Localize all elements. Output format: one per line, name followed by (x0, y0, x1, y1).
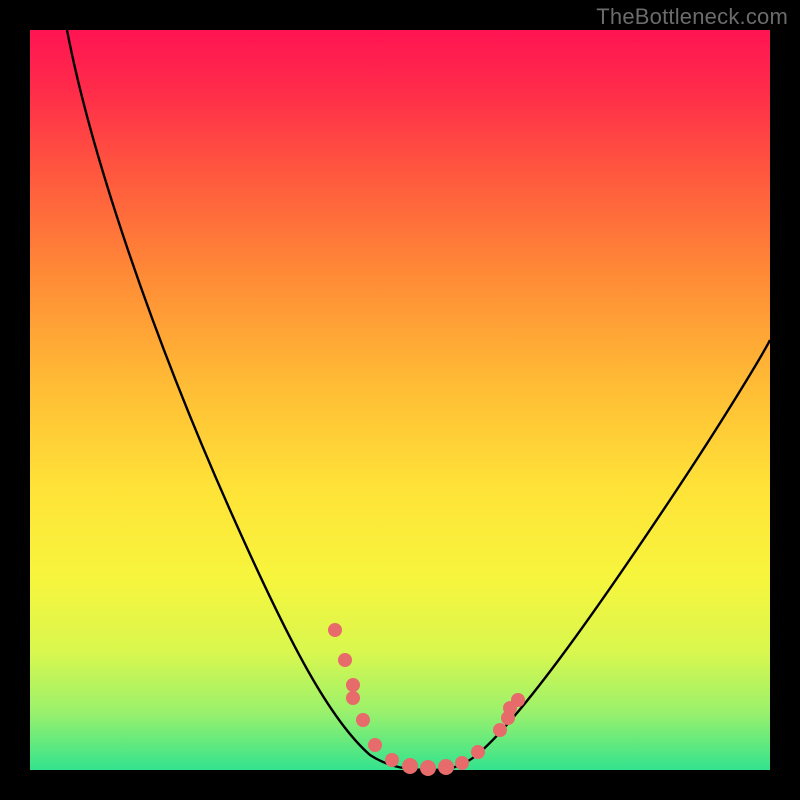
plot-area (30, 30, 770, 770)
highlight-dots (328, 623, 525, 776)
bottleneck-curve-svg (30, 30, 770, 770)
chart-frame: TheBottleneck.com (0, 0, 800, 800)
bottleneck-curve (67, 30, 770, 770)
watermark-text: TheBottleneck.com (596, 4, 788, 30)
